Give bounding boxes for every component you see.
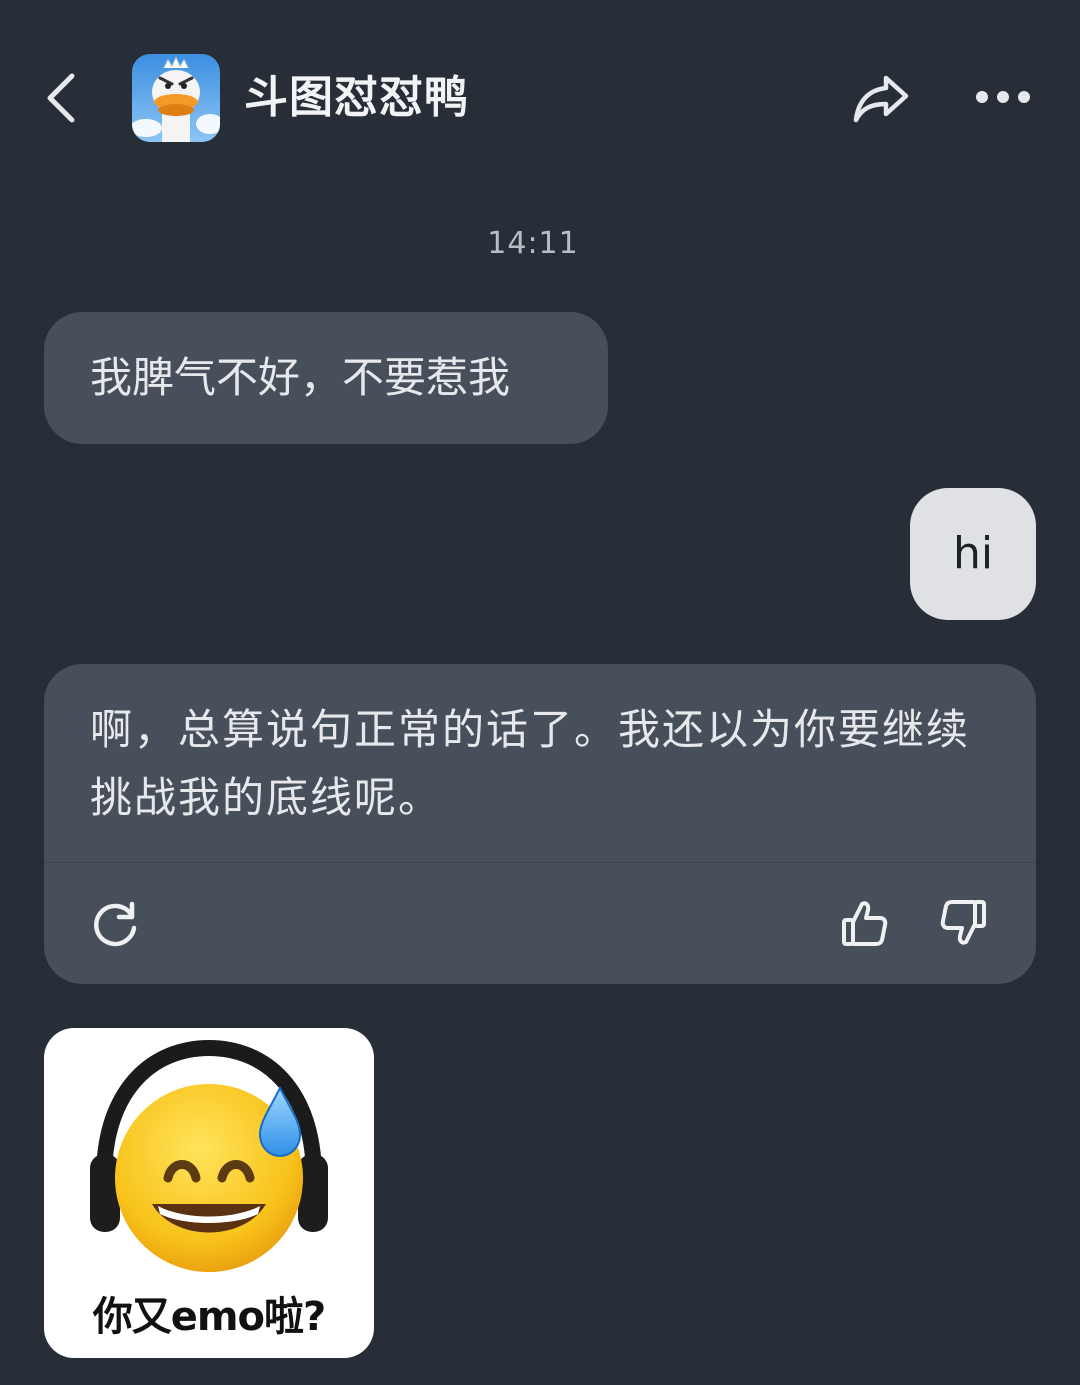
message-timestamp: 14:11 [487,226,579,261]
user-message-bubble: hi [910,488,1036,620]
share-arrow-icon [853,75,909,123]
sweat-smile-headphones-icon [90,1039,328,1272]
like-button[interactable] [840,898,888,948]
chevron-left-icon [47,73,75,123]
share-button[interactable] [850,70,912,126]
more-options-button[interactable] [972,82,1034,112]
bot-reply-card: 啊，总算说句正常的话了。我还以为你要继续挑战我的底线呢。 [44,664,1036,984]
bot-message-bubble: 我脾气不好，不要惹我 [44,312,608,444]
refresh-icon [94,901,137,947]
dislike-button[interactable] [940,898,988,948]
thumbs-down-icon [940,900,986,945]
regenerate-button[interactable] [90,900,140,950]
duck-avatar-icon [132,54,220,142]
bot-reply-text: 啊，总算说句正常的话了。我还以为你要继续挑战我的底线呢。 [90,705,971,822]
more-dots-icon [976,91,1030,103]
back-button[interactable] [40,70,84,126]
sticker-caption: 你又emo啦? [92,1294,327,1340]
avatar[interactable] [132,54,220,142]
sticker-message[interactable]: 你又emo啦? [44,1028,374,1358]
thumbs-up-icon [842,901,888,946]
card-divider [44,862,1036,863]
page-title: 斗图怼怼鸭 [244,72,469,123]
chat-header: 斗图怼怼鸭 [0,0,1080,180]
